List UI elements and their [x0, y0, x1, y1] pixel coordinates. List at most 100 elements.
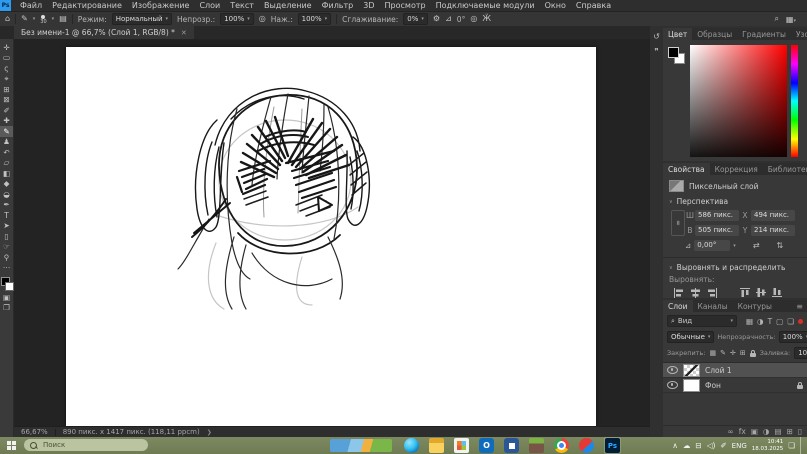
menu-select[interactable]: Выделение: [259, 0, 317, 11]
layer-name[interactable]: Фон: [705, 381, 721, 390]
tab-swatches[interactable]: Образцы: [692, 28, 737, 40]
smoothing-select[interactable]: 0%▾: [403, 13, 428, 25]
start-button[interactable]: [7, 441, 16, 450]
link-layers-icon[interactable]: ∞: [727, 427, 733, 436]
brush-angle-icon[interactable]: ⊿: [445, 12, 452, 26]
menu-help[interactable]: Справка: [571, 0, 616, 11]
panel-menu-icon[interactable]: ≡: [796, 300, 807, 312]
height-field[interactable]: 505 пикс.: [695, 225, 739, 236]
pressure-size-icon[interactable]: ◎: [470, 12, 477, 26]
tool-marquee[interactable]: ▭: [0, 53, 13, 64]
tool-pen[interactable]: ✒: [0, 200, 13, 211]
layer-filter-select[interactable]: ⌕ Вид ▾: [667, 315, 737, 327]
layer-row-background[interactable]: Фон: [663, 378, 807, 393]
transform-section-header[interactable]: ∨ Перспектива: [669, 197, 801, 206]
align-right-icon[interactable]: [707, 288, 718, 298]
y-field[interactable]: 214 пикс.: [751, 225, 795, 236]
onedrive-cloud-icon[interactable]: ☁: [683, 437, 691, 454]
menu-edit[interactable]: Редактирование: [47, 0, 127, 11]
tab-libraries[interactable]: Библиотеки: [763, 163, 807, 175]
photos-icon[interactable]: [454, 438, 469, 453]
tool-object-selection[interactable]: ⌖: [0, 74, 13, 85]
hue-slider[interactable]: [791, 45, 798, 157]
document-canvas[interactable]: [66, 47, 596, 427]
edge-icon[interactable]: [404, 438, 419, 453]
menu-view[interactable]: Просмотр: [380, 0, 431, 11]
lock-artboard-icon[interactable]: ⊞: [740, 349, 746, 357]
tool-brush[interactable]: ✎: [0, 126, 13, 137]
saturation-brightness-field[interactable]: [690, 45, 787, 157]
tool-clone-stamp[interactable]: ♟: [0, 137, 13, 148]
tool-zoom[interactable]: ⚲: [0, 252, 13, 263]
tab-layers[interactable]: Слои: [663, 300, 693, 312]
delete-layer-icon[interactable]: ▯: [798, 427, 802, 436]
tool-eyedropper[interactable]: ✐: [0, 105, 13, 116]
menu-plugins[interactable]: Подключаемые модули: [431, 0, 540, 11]
close-icon[interactable]: ✕: [181, 29, 187, 37]
edit-toolbar-button[interactable]: ⋯: [0, 263, 13, 274]
tab-gradients[interactable]: Градиенты: [737, 28, 791, 40]
layer-thumbnail[interactable]: [683, 364, 700, 377]
taskbar-search[interactable]: [24, 439, 148, 451]
new-layer-icon[interactable]: ⊞: [787, 427, 793, 436]
tool-hand[interactable]: ☞: [0, 242, 13, 253]
visibility-eye-icon[interactable]: [667, 366, 678, 374]
layer-name[interactable]: Слой 1: [705, 366, 732, 375]
fill-select[interactable]: 100% ▾: [794, 347, 807, 359]
tray-chevron-icon[interactable]: ∧: [672, 437, 678, 454]
filter-pixel-icon[interactable]: ▦: [746, 317, 753, 326]
tool-eraser[interactable]: ▱: [0, 158, 13, 169]
chevron-down-icon[interactable]: ▾: [33, 16, 36, 22]
photoshop-taskbar-icon[interactable]: Ps: [605, 438, 620, 453]
tab-paths[interactable]: Контуры: [733, 300, 777, 312]
align-left-icon[interactable]: [673, 288, 684, 298]
menu-window[interactable]: Окно: [540, 0, 571, 11]
clock[interactable]: 10:41 18.03.2025: [752, 439, 784, 452]
tool-lasso[interactable]: ς: [0, 63, 13, 74]
align-top-icon[interactable]: [740, 287, 750, 298]
tool-healing-brush[interactable]: ✚: [0, 116, 13, 127]
lock-transparency-icon[interactable]: ▦: [709, 349, 716, 357]
color-swatches[interactable]: [1, 277, 13, 290]
flow-select[interactable]: 100%▾: [298, 13, 332, 25]
tab-adjustments[interactable]: Коррекция: [710, 163, 763, 175]
show-desktop-button[interactable]: [800, 437, 804, 454]
lock-all-icon[interactable]: [750, 353, 756, 357]
canvas-area[interactable]: 66,67% 890 пикс. x 1417 пикс. (118,11 pp…: [14, 39, 650, 437]
filter-shape-icon[interactable]: ▢: [776, 317, 783, 326]
screen-mode-button[interactable]: ❐: [0, 303, 13, 314]
menu-type[interactable]: Текст: [225, 0, 259, 11]
lock-pixels-icon[interactable]: ✎: [720, 349, 726, 357]
workspace-switcher[interactable]: ▦▾: [786, 15, 796, 24]
notification-center-icon[interactable]: ❏: [788, 437, 795, 454]
layer-mask-icon[interactable]: ▣: [751, 427, 758, 436]
tool-blur[interactable]: ◆: [0, 179, 13, 190]
pressure-opacity-icon[interactable]: ◎: [259, 12, 266, 26]
flip-horizontal-icon[interactable]: ⇄: [753, 241, 760, 250]
tool-history-brush[interactable]: ↶: [0, 147, 13, 158]
brush-preset-icon[interactable]: ✎: [21, 12, 28, 26]
adjustment-layer-icon[interactable]: ◑: [763, 427, 770, 436]
filter-smart-object-icon[interactable]: ❏: [787, 317, 794, 326]
symmetry-icon[interactable]: Ӝ: [482, 12, 491, 26]
chevron-down-icon[interactable]: ▾: [52, 16, 55, 22]
menu-image[interactable]: Изображение: [127, 0, 195, 11]
width-field[interactable]: 586 пикс.: [695, 210, 739, 221]
layer-effects-icon[interactable]: fx: [739, 427, 746, 436]
foreground-color-swatch[interactable]: [668, 47, 679, 58]
rotation-angle-field[interactable]: 0,00°: [694, 240, 730, 251]
align-section-header[interactable]: ∨ Выровнять и распределить: [669, 263, 801, 272]
tool-shape[interactable]: ▯: [0, 231, 13, 242]
document-tab[interactable]: Без имени-1 @ 66,7% (Слой 1, RGB/8) * ✕: [14, 26, 194, 39]
tab-properties[interactable]: Свойства: [663, 163, 710, 175]
pen-settings-icon[interactable]: ✐: [720, 437, 726, 454]
comments-panel-icon[interactable]: ❞: [654, 47, 658, 56]
language-indicator[interactable]: ENG: [732, 442, 747, 450]
menu-layers[interactable]: Слои: [194, 0, 225, 11]
blue-app-icon[interactable]: [504, 438, 519, 453]
weather-widget[interactable]: [330, 439, 392, 452]
tool-gradient[interactable]: ◧: [0, 168, 13, 179]
volume-icon[interactable]: ◁): [707, 437, 716, 454]
brush-tip-picker[interactable]: 30: [40, 15, 46, 24]
layer-row-layer1[interactable]: Слой 1: [663, 363, 807, 378]
